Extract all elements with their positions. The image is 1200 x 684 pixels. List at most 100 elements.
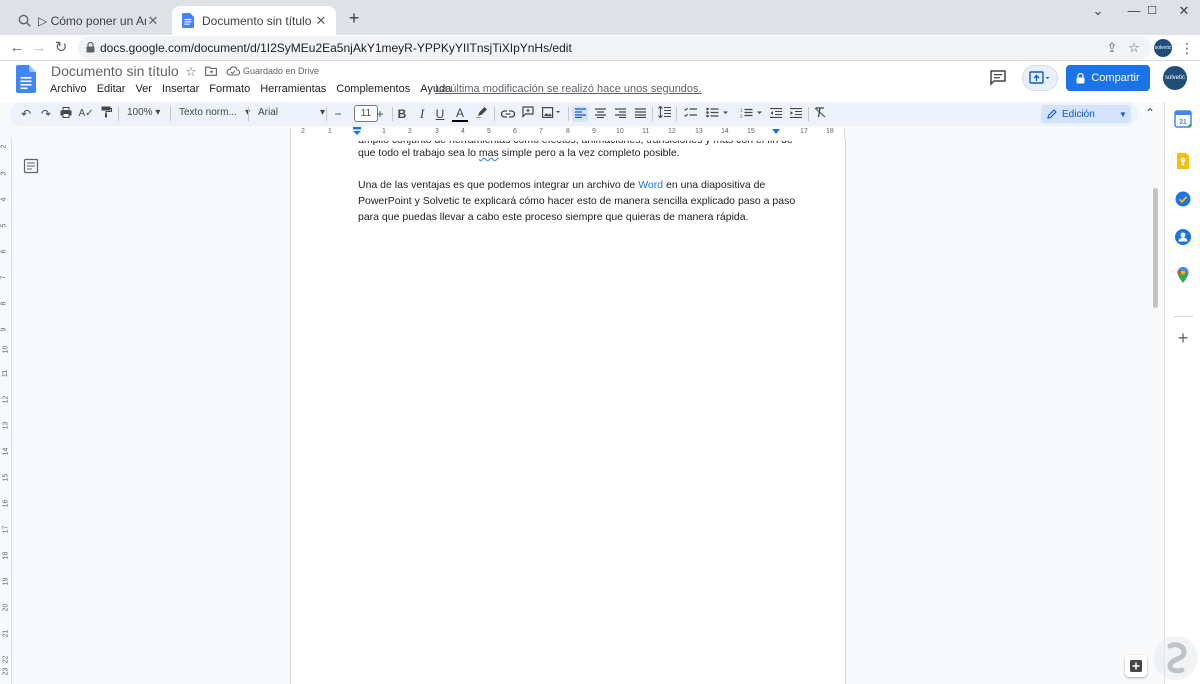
bullet-list-icon[interactable] bbox=[704, 106, 734, 122]
clear-format-icon[interactable] bbox=[812, 106, 828, 122]
right-indent-marker-icon[interactable] bbox=[772, 127, 780, 137]
indent-increase-icon[interactable] bbox=[788, 106, 804, 122]
vertical-scrollbar[interactable] bbox=[1150, 138, 1160, 684]
align-center-icon[interactable] bbox=[592, 106, 608, 122]
close-window-icon[interactable]: ✕ bbox=[1166, 0, 1200, 22]
ruler-number: 15 bbox=[2, 473, 10, 482]
cloud-saved-icon[interactable] bbox=[225, 64, 241, 80]
ruler-number: 8 bbox=[0, 301, 8, 306]
text-run: que todo el trabajo sea lo bbox=[358, 147, 479, 159]
browser-menu-icon[interactable]: ⋮ bbox=[1180, 38, 1194, 58]
toolbar-divider bbox=[392, 107, 393, 121]
close-tab-icon[interactable]: ✕ bbox=[314, 13, 328, 29]
menu-formato[interactable]: Formato bbox=[209, 83, 250, 97]
comment-add-icon[interactable] bbox=[520, 106, 536, 122]
redo-icon[interactable]: ↷ bbox=[38, 106, 54, 122]
link-icon[interactable] bbox=[500, 106, 516, 122]
menu-editar[interactable]: Editar bbox=[97, 83, 126, 97]
tab-search-chevron-icon[interactable]: ⌄ bbox=[1080, 0, 1116, 22]
share-page-icon[interactable]: ⇪ bbox=[1104, 40, 1120, 56]
align-left-icon[interactable] bbox=[572, 106, 588, 122]
bookmark-star-icon[interactable]: ☆ bbox=[1126, 40, 1142, 56]
watermark-logo-icon bbox=[1154, 636, 1198, 680]
ruler-number: 2 bbox=[0, 144, 8, 149]
document-title[interactable]: Documento sin título bbox=[51, 63, 179, 79]
comment-history-icon[interactable] bbox=[989, 69, 1007, 87]
ruler-number: 7 bbox=[0, 275, 8, 280]
editing-mode-select[interactable]: Edición ▼ bbox=[1041, 105, 1131, 123]
font-select[interactable]: Arial ▾ bbox=[258, 107, 325, 118]
scrollbar-thumb[interactable] bbox=[1153, 188, 1158, 308]
back-icon[interactable]: ← bbox=[6, 37, 28, 59]
docs-logo-icon[interactable] bbox=[16, 65, 36, 93]
zoom-value: 100% bbox=[127, 107, 153, 118]
share-button[interactable]: Compartir bbox=[1066, 65, 1150, 91]
forward-icon[interactable]: → bbox=[28, 37, 50, 59]
explore-button[interactable] bbox=[1125, 655, 1147, 677]
menu-insertar[interactable]: Insertar bbox=[162, 83, 199, 97]
spelling-error-word[interactable]: mas bbox=[479, 147, 499, 159]
menu-complementos[interactable]: Complementos bbox=[336, 83, 410, 97]
close-tab-icon[interactable]: ✕ bbox=[146, 13, 160, 29]
address-bar[interactable]: docs.google.com/document/d/1I2SyMEu2Ea5n… bbox=[78, 36, 1152, 60]
user-avatar[interactable]: solvetic bbox=[1163, 66, 1187, 90]
add-addon-icon[interactable]: + bbox=[1175, 329, 1191, 347]
maximize-icon[interactable]: ☐ bbox=[1134, 0, 1170, 22]
formatting-toolbar: ↶ ↷ A✓ 100% ▾ Texto norm... ▾ Arial ▾ − 1… bbox=[10, 102, 1138, 126]
highlight-icon[interactable] bbox=[474, 106, 490, 122]
undo-icon[interactable]: ↶ bbox=[18, 106, 34, 122]
last-modified-link[interactable]: La última modificación se realizó hace u… bbox=[435, 83, 702, 95]
paragraph-line: para que puedas llevar a cabo este proce… bbox=[358, 211, 749, 223]
browser-profile-avatar[interactable]: solvetic bbox=[1154, 39, 1172, 57]
tasks-icon[interactable] bbox=[1174, 190, 1192, 208]
star-icon[interactable]: ☆ bbox=[183, 64, 199, 80]
toolbar-divider bbox=[652, 107, 653, 121]
image-icon[interactable] bbox=[540, 106, 564, 122]
paragraph-style-select[interactable]: Texto norm... ▾ bbox=[179, 107, 250, 118]
ruler-number: 6 bbox=[0, 249, 8, 254]
browser-tab-inactive[interactable]: ▷ Cómo poner un Archivo de Wo ✕ bbox=[8, 6, 168, 35]
contacts-icon[interactable] bbox=[1174, 228, 1192, 246]
zoom-select[interactable]: 100% ▾ bbox=[127, 107, 160, 118]
indent-decrease-icon[interactable] bbox=[768, 106, 784, 122]
document-page[interactable]: amplio conjunto de herramientas como efe… bbox=[290, 138, 846, 684]
print-icon[interactable] bbox=[58, 106, 74, 122]
reload-icon[interactable]: ↻ bbox=[50, 37, 72, 59]
numbered-list-icon[interactable]: 12 bbox=[738, 106, 768, 122]
justify-icon[interactable] bbox=[632, 106, 648, 122]
present-icon bbox=[1029, 71, 1050, 84]
new-tab-button[interactable]: + bbox=[344, 9, 364, 29]
text-color-icon[interactable]: A bbox=[452, 106, 468, 122]
ruler-number: 21 bbox=[2, 629, 10, 638]
left-indent-marker-icon[interactable] bbox=[353, 127, 361, 137]
decrease-font-size-icon[interactable]: − bbox=[330, 106, 346, 122]
ruler-number: 13 bbox=[2, 421, 10, 430]
spellcheck-icon[interactable]: A✓ bbox=[78, 106, 94, 122]
bold-icon[interactable]: B bbox=[394, 106, 410, 122]
line-spacing-icon[interactable] bbox=[656, 105, 672, 122]
paint-format-icon[interactable] bbox=[98, 106, 114, 122]
maps-icon[interactable] bbox=[1174, 266, 1192, 284]
move-folder-icon[interactable] bbox=[203, 64, 219, 80]
menu-archivo[interactable]: Archivo bbox=[50, 83, 87, 97]
collapse-menus-icon[interactable]: ⌃ bbox=[1143, 106, 1157, 120]
keep-icon[interactable] bbox=[1174, 152, 1192, 170]
italic-icon[interactable]: I bbox=[414, 106, 430, 122]
menu-herramientas[interactable]: Herramientas bbox=[260, 83, 326, 97]
calendar-icon[interactable]: 31 bbox=[1174, 110, 1192, 128]
ruler-number: 23 bbox=[2, 667, 10, 676]
present-button[interactable] bbox=[1022, 65, 1058, 91]
browser-tab-active[interactable]: Documento sin título - Docum ✕ bbox=[172, 6, 336, 35]
underline-icon[interactable]: U bbox=[432, 106, 448, 122]
document-outline-icon[interactable] bbox=[23, 158, 39, 174]
toolbar-divider bbox=[494, 107, 495, 121]
ruler-number: 11 bbox=[642, 128, 650, 135]
document-canvas[interactable]: amplio conjunto de herramientas como efe… bbox=[12, 138, 1152, 684]
checklist-icon[interactable] bbox=[682, 106, 698, 122]
paragraph-line: Una de las ventajas es que podemos integ… bbox=[358, 177, 765, 193]
menu-ver[interactable]: Ver bbox=[135, 83, 152, 97]
increase-font-size-icon[interactable]: + bbox=[372, 106, 388, 122]
text-run: simple pero a la vez completo posible. bbox=[498, 147, 680, 159]
align-right-icon[interactable] bbox=[612, 106, 628, 122]
browser-tab-strip: ▷ Cómo poner un Archivo de Wo ✕ Document… bbox=[0, 0, 1200, 35]
